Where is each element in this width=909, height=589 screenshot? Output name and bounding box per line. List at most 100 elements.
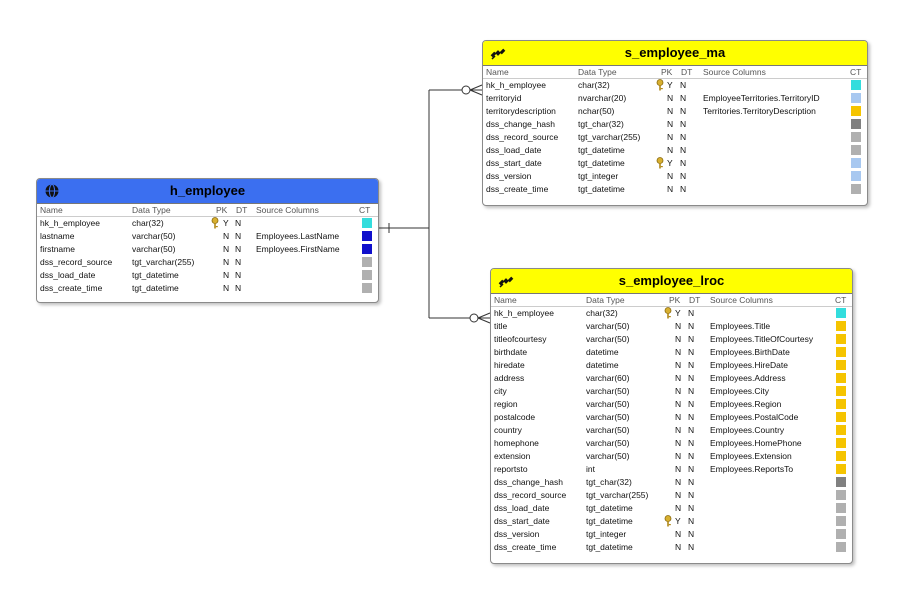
column-dt-flag: N — [680, 119, 687, 129]
table-row[interactable]: address varchar(60) N N Employees.Address — [491, 372, 852, 385]
col-dt-header: DT — [236, 205, 248, 215]
table-row[interactable]: dss_change_hash tgt_char(32) N N — [483, 118, 867, 131]
column-type-swatch — [836, 425, 846, 435]
table-row[interactable]: lastname varchar(50) N N Employees.LastName — [37, 230, 378, 243]
crowfoot-upper-ma — [469, 84, 483, 91]
table-row[interactable]: dss_change_hash tgt_char(32) N N — [491, 476, 852, 489]
table-row[interactable]: hiredate datetime N N Employees.HireDate — [491, 359, 852, 372]
column-dt-flag: N — [688, 529, 695, 539]
table-s-employee-ma[interactable]: s_employee_ma Name Data Type PK DT Sourc… — [482, 40, 868, 206]
column-dt-flag: N — [688, 490, 695, 500]
table-row[interactable]: dss_load_date tgt_datetime N N — [37, 269, 378, 282]
table-row[interactable]: region varchar(50) N N Employees.Region — [491, 398, 852, 411]
col-pk-header: PK — [216, 205, 228, 215]
column-type-swatch — [836, 386, 846, 396]
column-data-type: nvarchar(20) — [578, 93, 627, 103]
column-type-swatch — [851, 132, 861, 142]
column-name: dss_create_time — [40, 283, 103, 293]
column-dt-flag: N — [680, 132, 687, 142]
column-name: dss_version — [486, 171, 532, 181]
column-header-row: Name Data Type PK DT Source Columns CT — [37, 204, 378, 217]
table-row[interactable]: extension varchar(50) N N Employees.Extensio… — [491, 450, 852, 463]
column-source: Territories.TerritoryDescription — [703, 106, 816, 116]
table-row[interactable]: country varchar(50) N N Employees.Country — [491, 424, 852, 437]
table-row[interactable]: dss_load_date tgt_datetime N N — [491, 502, 852, 515]
column-dt-flag: N — [688, 451, 695, 461]
column-pk-flag: Y — [667, 158, 673, 168]
column-name: birthdate — [494, 347, 528, 357]
table-row[interactable]: hk_h_employee char(32) Y N — [491, 307, 852, 320]
column-pk-flag: N — [675, 412, 682, 422]
table-row[interactable]: dss_create_time tgt_datetime N N — [37, 282, 378, 295]
table-header: s_employee_lroc — [491, 269, 852, 294]
table-row[interactable]: firstname varchar(50) N N Employees.FirstNam… — [37, 243, 378, 256]
column-pk-flag: N — [667, 106, 674, 116]
column-dt-flag: N — [688, 464, 695, 474]
column-name: dss_load_date — [40, 270, 96, 280]
table-row[interactable]: dss_create_time tgt_datetime N N — [491, 541, 852, 554]
column-name: dss_record_source — [494, 490, 567, 500]
table-row[interactable]: territoryid nvarchar(20) N N EmployeeTerrito… — [483, 92, 867, 105]
table-row[interactable]: title varchar(50) N N Employees.Title — [491, 320, 852, 333]
table-title: s_employee_ma — [624, 45, 726, 60]
column-type-swatch — [836, 321, 846, 331]
column-name: dss_record_source — [486, 132, 559, 142]
column-dt-flag: N — [688, 503, 695, 513]
column-type-swatch — [362, 283, 372, 293]
table-s-employee-lroc[interactable]: s_employee_lroc Name Data Type PK DT Sou… — [490, 268, 853, 564]
table-row[interactable]: hk_h_employee char(32) Y N — [483, 79, 867, 92]
table-row[interactable]: dss_create_time tgt_datetime N N — [483, 183, 867, 196]
column-type-swatch — [836, 347, 846, 357]
column-dt-flag: N — [688, 399, 695, 409]
table-row[interactable]: dss_start_date tgt_datetime Y N — [483, 157, 867, 170]
crowfoot-lower-lroc — [477, 317, 491, 324]
column-name: titleofcourtesy — [494, 334, 547, 344]
table-row[interactable]: hk_h_employee char(32) Y N — [37, 217, 378, 230]
table-row[interactable]: dss_version tgt_integer N N — [483, 170, 867, 183]
table-row[interactable]: dss_version tgt_integer N N — [491, 528, 852, 541]
table-row[interactable]: postalcode varchar(50) N N Employees.PostalC… — [491, 411, 852, 424]
table-rows: hk_h_employee char(32) Y Nlastname varchar(5… — [37, 217, 378, 295]
column-dt-flag: N — [680, 80, 687, 90]
table-h-employee[interactable]: h_employee Name Data Type PK DT Source C… — [36, 178, 379, 303]
column-type-swatch — [851, 158, 861, 168]
column-type-swatch — [851, 80, 861, 90]
table-row[interactable]: dss_record_source tgt_varchar(255) N N — [483, 131, 867, 144]
column-dt-flag: N — [688, 373, 695, 383]
column-source: Employees.HomePhone — [710, 438, 802, 448]
column-type-swatch — [836, 542, 846, 552]
table-row[interactable]: city varchar(50) N N Employees.City — [491, 385, 852, 398]
column-name: hk_h_employee — [40, 218, 101, 228]
table-row[interactable]: reportsto int N N Employees.ReportsTo — [491, 463, 852, 476]
column-source: Employees.LastName — [256, 231, 340, 241]
column-name: territorydescription — [486, 106, 556, 116]
column-pk-flag: N — [667, 145, 674, 155]
table-row[interactable]: territorydescription nchar(50) N N Territori… — [483, 105, 867, 118]
column-pk-flag: N — [675, 451, 682, 461]
column-name: dss_record_source — [40, 257, 113, 267]
table-row[interactable]: birthdate datetime N N Employees.BirthDate — [491, 346, 852, 359]
column-source: Employees.Region — [710, 399, 782, 409]
column-source: Employees.TitleOfCourtesy — [710, 334, 814, 344]
table-row[interactable]: homephone varchar(50) N N Employees.HomePhon… — [491, 437, 852, 450]
col-type-header: Data Type — [586, 295, 625, 305]
column-dt-flag: N — [235, 257, 242, 267]
column-dt-flag: N — [235, 244, 242, 254]
crowfoot-lower-ma — [469, 89, 483, 96]
column-source: Employees.Title — [710, 321, 771, 331]
column-source: Employees.HireDate — [710, 360, 788, 370]
column-data-type: varchar(50) — [586, 334, 630, 344]
table-row[interactable]: dss_record_source tgt_varchar(255) N N — [37, 256, 378, 269]
column-pk-flag: N — [667, 132, 674, 142]
table-row[interactable]: dss_record_source tgt_varchar(255) N N — [491, 489, 852, 502]
column-name: region — [494, 399, 518, 409]
table-row[interactable]: titleofcourtesy varchar(50) N N Employees.Ti… — [491, 333, 852, 346]
table-row[interactable]: dss_load_date tgt_datetime N N — [483, 144, 867, 157]
column-source: Employees.ReportsTo — [710, 464, 794, 474]
column-pk-flag: N — [223, 231, 230, 241]
column-name: dss_create_time — [494, 542, 557, 552]
column-pk-flag: N — [675, 321, 682, 331]
table-row[interactable]: dss_start_date tgt_datetime Y N — [491, 515, 852, 528]
column-name: hk_h_employee — [494, 308, 555, 318]
column-data-type: varchar(50) — [586, 386, 630, 396]
